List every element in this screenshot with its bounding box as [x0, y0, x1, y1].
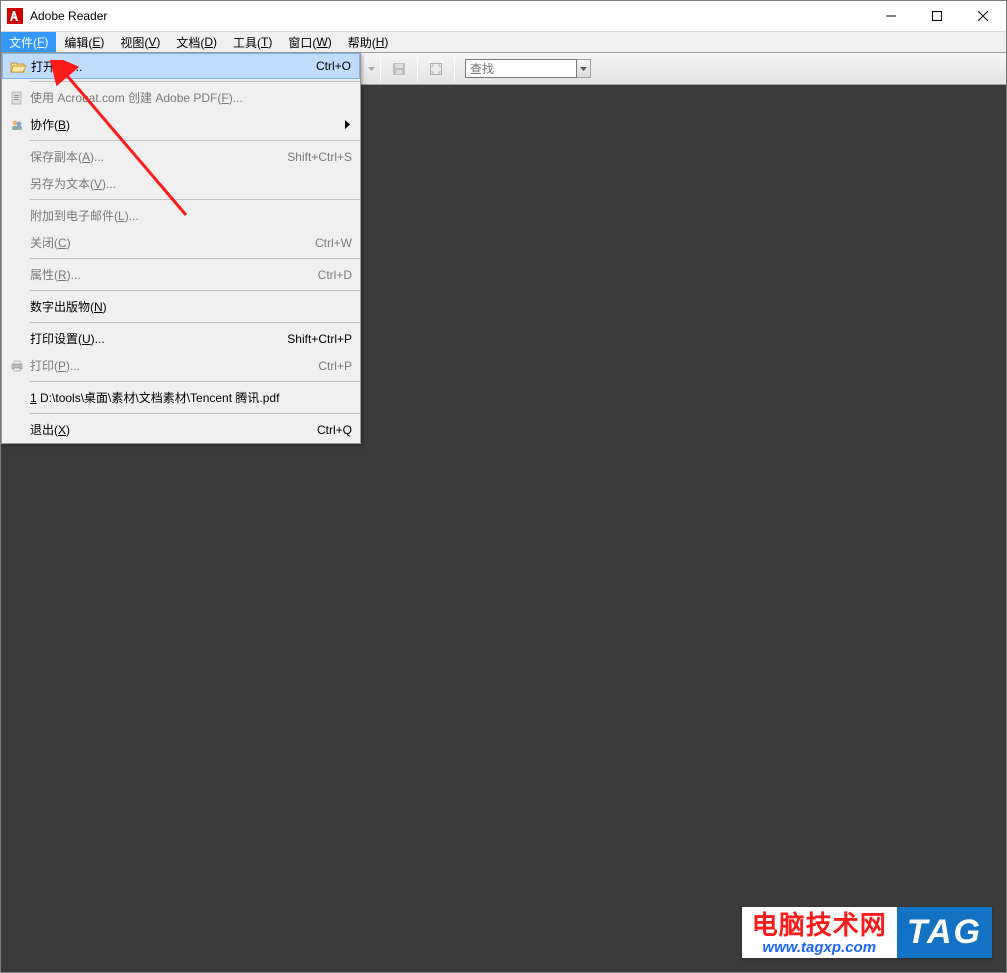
menu-print-label: 打印(P)...: [28, 357, 308, 374]
maximize-button[interactable]: [914, 1, 960, 31]
menu-close-label: 关闭(C): [28, 234, 305, 251]
menu-print-setup-shortcut: Shift+Ctrl+P: [277, 332, 352, 346]
menu-item-open[interactable]: 打开(O)... Ctrl+O: [2, 53, 360, 79]
menu-bar: 文件(F) 编辑(E) 视图(V) 文档(D) 工具(T) 窗口(W) 帮助(H…: [1, 31, 1006, 53]
menu-item-save-copy[interactable]: 保存副本(A)... Shift+Ctrl+S: [2, 143, 360, 170]
menu-item-collab[interactable]: 协作(B): [2, 111, 360, 138]
menu-collab-label: 协作(B): [28, 116, 352, 133]
menu-file[interactable]: 文件(F): [1, 32, 56, 52]
submenu-arrow-icon: [345, 118, 350, 132]
menu-document[interactable]: 文档(D): [168, 32, 225, 52]
menu-props-shortcut: Ctrl+D: [308, 268, 352, 282]
collab-icon: [6, 118, 28, 132]
watermark-title: 电脑技术网: [752, 911, 887, 939]
menu-item-close[interactable]: 关闭(C) Ctrl+W: [2, 229, 360, 256]
menu-tools[interactable]: 工具(T): [225, 32, 280, 52]
menu-save-copy-label: 保存副本(A)...: [28, 148, 277, 165]
printer-icon: [6, 359, 28, 373]
menu-item-save-text[interactable]: 另存为文本(V)...: [2, 170, 360, 197]
app-icon: [7, 8, 23, 24]
watermark-url: www.tagxp.com: [752, 939, 887, 956]
file-menu-dropdown: 打开(O)... Ctrl+O 使用 Acrobat.com 创建 Adobe …: [1, 52, 361, 444]
menu-item-digital-editions[interactable]: 数字出版物(N): [2, 293, 360, 320]
menu-item-print-setup[interactable]: 打印设置(U)... Shift+Ctrl+P: [2, 325, 360, 352]
create-pdf-icon: [6, 91, 28, 105]
menu-save-text-label: 另存为文本(V)...: [28, 175, 352, 192]
menu-print-shortcut: Ctrl+P: [308, 359, 352, 373]
menu-item-create-pdf[interactable]: 使用 Acrobat.com 创建 Adobe PDF(F)...: [2, 84, 360, 111]
find-dropdown-button[interactable]: [577, 59, 591, 78]
menu-item-properties[interactable]: 属性(R)... Ctrl+D: [2, 261, 360, 288]
fit-page-icon[interactable]: [422, 56, 450, 82]
toolbar-separator: [380, 57, 381, 81]
menu-open-label: 打开(O)...: [29, 58, 306, 75]
window-controls: [868, 1, 1006, 31]
watermark: 电脑技术网 www.tagxp.com TAG: [742, 907, 992, 958]
toolbar-dropdown-icon[interactable]: [366, 56, 376, 82]
toolbar-separator: [454, 57, 455, 81]
menu-digital-label: 数字出版物(N): [28, 298, 352, 315]
menu-help[interactable]: 帮助(H): [340, 32, 397, 52]
menu-item-exit[interactable]: 退出(X) Ctrl+Q: [2, 416, 360, 443]
menu-item-print[interactable]: 打印(P)... Ctrl+P: [2, 352, 360, 379]
minimize-button[interactable]: [868, 1, 914, 31]
watermark-tag: TAG: [897, 907, 992, 958]
menu-item-recent-1[interactable]: 1 D:\tools\桌面\素材\文档素材\Tencent 腾讯.pdf: [2, 384, 360, 411]
close-button[interactable]: [960, 1, 1006, 31]
menu-exit-label: 退出(X): [28, 421, 307, 438]
menu-create-pdf-label: 使用 Acrobat.com 创建 Adobe PDF(F)...: [28, 89, 352, 106]
window-title: Adobe Reader: [30, 9, 868, 23]
menu-props-label: 属性(R)...: [28, 266, 308, 283]
folder-open-icon: [7, 60, 29, 73]
menu-window[interactable]: 窗口(W): [280, 32, 339, 52]
menu-attach-label: 附加到电子邮件(L)...: [28, 207, 352, 224]
save-icon[interactable]: [385, 56, 413, 82]
menu-open-shortcut: Ctrl+O: [306, 59, 351, 73]
find-input[interactable]: [465, 59, 577, 78]
watermark-left: 电脑技术网 www.tagxp.com: [742, 907, 897, 958]
menu-edit[interactable]: 编辑(E): [56, 32, 112, 52]
menu-recent1-label: 1 D:\tools\桌面\素材\文档素材\Tencent 腾讯.pdf: [28, 389, 352, 406]
menu-item-attach-email[interactable]: 附加到电子邮件(L)...: [2, 202, 360, 229]
title-bar: Adobe Reader: [1, 1, 1006, 31]
toolbar-separator: [417, 57, 418, 81]
menu-view[interactable]: 视图(V): [112, 32, 168, 52]
find-box: [465, 59, 591, 78]
menu-close-shortcut: Ctrl+W: [305, 236, 352, 250]
menu-save-copy-shortcut: Shift+Ctrl+S: [277, 150, 352, 164]
menu-print-setup-label: 打印设置(U)...: [28, 330, 277, 347]
menu-exit-shortcut: Ctrl+Q: [307, 423, 352, 437]
